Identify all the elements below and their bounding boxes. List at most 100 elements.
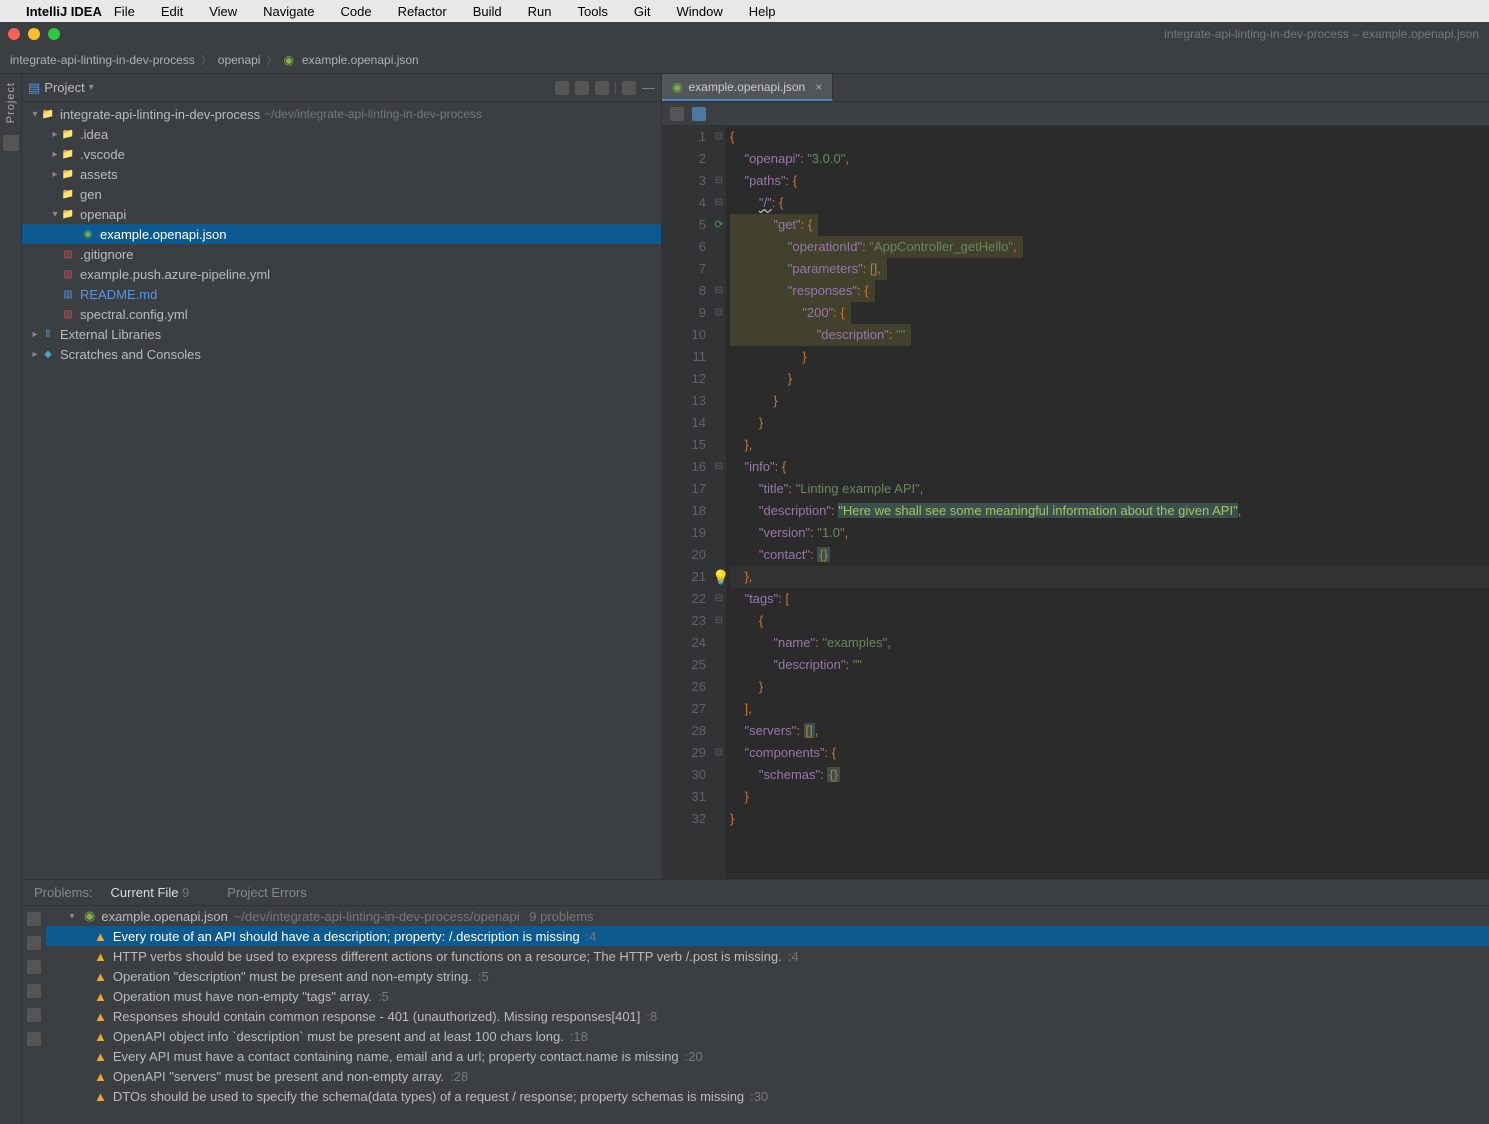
tree-item[interactable]: ▸ 📁 assets	[22, 164, 661, 184]
tree-item[interactable]: 📁 gen	[22, 184, 661, 204]
menubar-item-run[interactable]: Run	[528, 4, 552, 19]
tree-item-hint: ~/dev/integrate-api-linting-in-dev-proce…	[264, 107, 482, 121]
menubar-item-window[interactable]: Window	[676, 4, 722, 19]
menubar-item-refactor[interactable]: Refactor	[398, 4, 447, 19]
warning-icon: ▲	[94, 1029, 107, 1044]
settings-icon[interactable]	[622, 81, 636, 95]
tree-item-label: spectral.config.yml	[80, 307, 188, 322]
editor-tabbar: ◉ example.openapi.json ×	[662, 74, 1489, 102]
problem-message: Every route of an API should have a desc…	[113, 929, 580, 944]
problem-message: Every API must have a contact containing…	[113, 1049, 679, 1064]
chevron-icon[interactable]: ▾	[30, 109, 40, 120]
menubar-item-view[interactable]: View	[209, 4, 237, 19]
menubar-item-code[interactable]: Code	[340, 4, 371, 19]
project-toolwindow-button[interactable]: Project	[5, 78, 17, 127]
tree-item[interactable]: ▥ .gitignore	[22, 244, 661, 264]
breadcrumb-item[interactable]: integrate-api-linting-in-dev-process	[10, 53, 195, 67]
editor-area: ◉ example.openapi.json × 123456789101112…	[662, 74, 1489, 879]
problem-item[interactable]: ▲ Responses should contain common respon…	[46, 1006, 1489, 1026]
window-maximize-button[interactable]	[48, 28, 60, 40]
warning-icon: ▲	[94, 1009, 107, 1024]
chevron-icon[interactable]	[50, 289, 60, 300]
bulb-icon[interactable]	[27, 1032, 41, 1046]
tree-item-label: External Libraries	[60, 327, 161, 342]
project-panel-title: ▤ Project ▾	[28, 80, 549, 96]
breadcrumb-item[interactable]: example.openapi.json	[302, 53, 419, 67]
problems-file-header[interactable]: ▾ ◉ example.openapi.json ~/dev/integrate…	[46, 906, 1489, 926]
problems-tab[interactable]: Current File 9	[111, 885, 190, 900]
chevron-icon[interactable]: ▸	[50, 129, 60, 140]
chevron-icon[interactable]: ▾	[50, 209, 60, 220]
expand-icon[interactable]	[27, 984, 41, 998]
problem-item[interactable]: ▲ OpenAPI object info `description` must…	[46, 1026, 1489, 1046]
problem-item[interactable]: ▲ DTOs should be used to specify the sch…	[46, 1086, 1489, 1106]
problem-item[interactable]: ▲ Every route of an API should have a de…	[46, 926, 1489, 946]
editor-option-icon[interactable]	[670, 107, 684, 121]
tree-item[interactable]: ▸ ⫴ External Libraries	[22, 324, 661, 344]
collapse-all-icon[interactable]	[595, 81, 609, 95]
menubar-app-name[interactable]: IntelliJ IDEA	[26, 4, 102, 19]
menubar-item-help[interactable]: Help	[749, 4, 776, 19]
tree-item[interactable]: ▥ spectral.config.yml	[22, 304, 661, 324]
menubar-item-tools[interactable]: Tools	[577, 4, 607, 19]
tree-item[interactable]: ▸ 📁 .vscode	[22, 144, 661, 164]
json-file-icon: ◉	[84, 908, 95, 924]
schema-icon[interactable]	[692, 107, 706, 121]
tree-item[interactable]: ▸ ◆ Scratches and Consoles	[22, 344, 661, 364]
chevron-icon[interactable]	[50, 269, 60, 280]
problem-item[interactable]: ▲ HTTP verbs should be used to express d…	[46, 946, 1489, 966]
breadcrumb-item[interactable]: openapi	[218, 53, 261, 67]
yml-icon: ▥	[60, 266, 76, 282]
select-opened-file-icon[interactable]	[555, 81, 569, 95]
tree-item-label: example.openapi.json	[100, 227, 226, 242]
warning-icon: ▲	[94, 969, 107, 984]
chevron-icon[interactable]	[50, 189, 60, 200]
tree-item[interactable]: ▾ 📁 integrate-api-linting-in-dev-process…	[22, 104, 661, 124]
close-tab-icon[interactable]: ×	[815, 80, 822, 94]
tree-item[interactable]: ▥ README.md	[22, 284, 661, 304]
bookmarks-toolwindow-icon[interactable]	[3, 135, 19, 151]
problem-item[interactable]: ▲ Every API must have a contact containi…	[46, 1046, 1489, 1066]
problem-item[interactable]: ▲ Operation "description" must be presen…	[46, 966, 1489, 986]
chevron-icon[interactable]: ▸	[50, 149, 60, 160]
window-close-button[interactable]	[8, 28, 20, 40]
warning-icon: ▲	[94, 1049, 107, 1064]
filter-icon[interactable]	[27, 960, 41, 974]
menubar-item-file[interactable]: File	[114, 4, 135, 19]
menubar-item-build[interactable]: Build	[473, 4, 502, 19]
menubar-item-navigate[interactable]: Navigate	[263, 4, 314, 19]
chevron-icon[interactable]	[70, 229, 80, 240]
problem-message: Operation must have non-empty "tags" arr…	[113, 989, 372, 1004]
menubar-item-git[interactable]: Git	[634, 4, 651, 19]
tree-item[interactable]: ▸ 📁 .idea	[22, 124, 661, 144]
problem-item[interactable]: ▲ OpenAPI "servers" must be present and …	[46, 1066, 1489, 1086]
chevron-icon[interactable]	[50, 309, 60, 320]
problem-item[interactable]: ▲ Operation must have non-empty "tags" a…	[46, 986, 1489, 1006]
menubar-item-edit[interactable]: Edit	[161, 4, 183, 19]
window-title: integrate-api-linting-in-dev-process – e…	[1164, 27, 1479, 41]
chevron-icon[interactable]: ▸	[30, 349, 40, 360]
code-editor[interactable]: 1234567891011121314151617181920212223242…	[662, 126, 1489, 879]
problem-message: OpenAPI object info `description` must b…	[113, 1029, 564, 1044]
expand-all-icon[interactable]	[575, 81, 589, 95]
chevron-icon[interactable]: ▸	[30, 329, 40, 340]
view-icon[interactable]	[27, 936, 41, 950]
editor-tab[interactable]: ◉ example.openapi.json ×	[662, 74, 833, 101]
chevron-icon[interactable]	[50, 249, 60, 260]
problems-list[interactable]: ▾ ◉ example.openapi.json ~/dev/integrate…	[46, 906, 1489, 1124]
tree-item[interactable]: ▾ 📁 openapi	[22, 204, 661, 224]
chevron-icon[interactable]: ▸	[50, 169, 60, 180]
collapse-icon[interactable]	[27, 1008, 41, 1022]
refresh-icon[interactable]	[27, 912, 41, 926]
problem-location: :5	[478, 969, 489, 984]
left-tool-strip: Project	[0, 74, 22, 1124]
tree-item[interactable]: ◉ example.openapi.json	[22, 224, 661, 244]
problems-tab[interactable]: Project Errors	[227, 885, 306, 900]
warning-icon: ▲	[94, 949, 107, 964]
tree-item[interactable]: ▥ example.push.azure-pipeline.yml	[22, 264, 661, 284]
tree-item-label: openapi	[80, 207, 126, 222]
window-minimize-button[interactable]	[28, 28, 40, 40]
project-tree[interactable]: ▾ 📁 integrate-api-linting-in-dev-process…	[22, 102, 661, 879]
folder-icon: 📁	[60, 146, 76, 162]
run-gutter-icon[interactable]: ⟳	[714, 219, 723, 231]
